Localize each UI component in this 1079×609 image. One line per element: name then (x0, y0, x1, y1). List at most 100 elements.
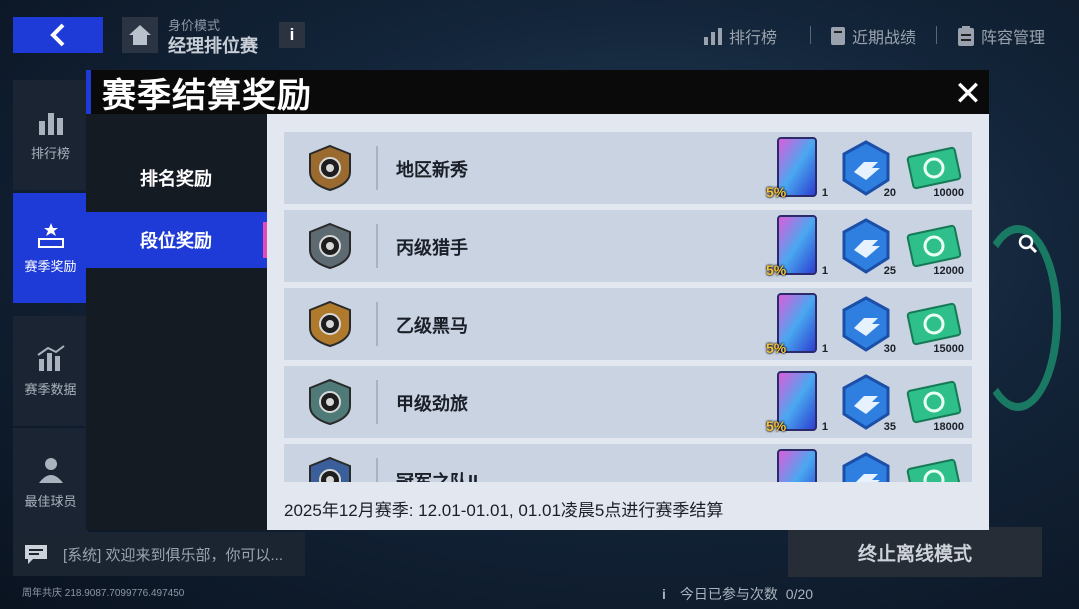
nav-lineup[interactable]: 阵容管理 (957, 24, 1045, 48)
cash-ticket-icon (906, 458, 962, 482)
tab-label: 排名奖励 (140, 169, 212, 189)
reward-coin[interactable]: 15000 (902, 292, 966, 356)
rank-badge-icon (309, 378, 351, 426)
reward-player-card[interactable]: 5% 1 (766, 370, 830, 434)
card-percent: 5% (766, 262, 787, 278)
end-offline-mode-button[interactable]: 终止离线模式 (788, 527, 1042, 577)
reward-gem[interactable]: 20 (834, 136, 898, 200)
tier-name: 丙级猎手 (396, 238, 468, 258)
chevron-left-icon (50, 23, 65, 47)
info-icon: i (662, 586, 666, 602)
leftnav-label: 最佳球员 (24, 493, 77, 509)
reward-player-card[interactable]: 5% 1 (766, 214, 830, 278)
reward-list[interactable]: 地区新秀 5% 1 20 10000 丙级猎手 5% 1 25 12000 乙级… (284, 132, 972, 482)
leftnav-label: 赛季数据 (24, 381, 77, 397)
reward-coin[interactable]: 18000 (902, 370, 966, 434)
tier-name: 乙级黑马 (396, 316, 468, 336)
tier-name: 冠军之队II (396, 472, 479, 482)
home-button[interactable] (122, 17, 158, 53)
reward-qty: 30 (883, 343, 896, 355)
tab-tier-rewards[interactable]: 段位奖励 (86, 212, 267, 268)
document-icon (831, 27, 845, 45)
table-row[interactable]: 丙级猎手 5% 1 25 12000 (284, 210, 972, 282)
divider (376, 458, 378, 482)
mode-title: 经理排位赛 (168, 36, 258, 56)
leftnav-season-rewards[interactable]: 赛季奖励 (13, 193, 88, 303)
divider (376, 380, 378, 424)
nav-leaderboard[interactable]: 排行榜 (703, 24, 777, 48)
reward-player-card[interactable]: 5% 1 (766, 448, 830, 482)
nav-recent-record-label: 近期战绩 (852, 30, 917, 47)
reward-qty: 1 (821, 343, 828, 355)
back-button[interactable] (13, 17, 103, 53)
gem-icon (842, 452, 890, 482)
reward-qty: 1 (821, 421, 828, 433)
card-percent: 5% (766, 184, 787, 200)
chat-bar[interactable]: [系统] 欢迎来到俱乐部，你可以... (13, 532, 305, 576)
rank-badge-icon (309, 456, 351, 482)
modal-header: 赛季结算奖励 ✕ (86, 70, 989, 115)
reward-player-card[interactable]: 5% 1 (766, 136, 830, 200)
reward-gem[interactable]: 25 (834, 214, 898, 278)
table-row[interactable]: 冠军之队II 5% 1 40 (284, 444, 972, 482)
tab-rank-rewards[interactable]: 排名奖励 (86, 150, 267, 206)
reward-qty: 12000 (933, 265, 964, 277)
chat-icon (25, 545, 47, 564)
divider (376, 224, 378, 268)
search-icon[interactable] (1018, 234, 1038, 254)
rewards-content: 地区新秀 5% 1 20 10000 丙级猎手 5% 1 25 12000 乙级… (267, 114, 989, 530)
stats-icon (36, 344, 65, 371)
nav-lineup-label: 阵容管理 (981, 30, 1046, 47)
reward-qty: 25 (883, 265, 896, 277)
leftnav-season-data[interactable]: 赛季数据 (13, 316, 88, 426)
reward-coin[interactable]: 12000 (902, 214, 966, 278)
close-button[interactable]: ✕ (954, 77, 983, 111)
table-row[interactable]: 乙级黑马 5% 1 30 15000 (284, 288, 972, 360)
divider (376, 302, 378, 346)
tier-name: 甲级劲旅 (396, 394, 468, 414)
reward-qty: 1 (821, 187, 828, 199)
player-card-icon (777, 449, 817, 482)
bar-chart-icon (38, 112, 63, 135)
reward-gem[interactable]: 35 (834, 370, 898, 434)
header-accent (86, 70, 91, 114)
info-button[interactable]: i (279, 22, 305, 48)
divider (810, 26, 811, 44)
rank-badge-icon (309, 222, 351, 270)
season-info: 2025年12月赛季: 12.01-01.01, 01.01凌晨5点进行赛季结算 (284, 501, 724, 520)
tab-label: 段位奖励 (140, 231, 212, 251)
daily-count: i 今日已参与次数 0/20 (662, 584, 813, 604)
table-row[interactable]: 甲级劲旅 5% 1 35 18000 (284, 366, 972, 438)
rank-badge-icon (309, 300, 351, 348)
modal-title: 赛季结算奖励 (102, 77, 312, 115)
reward-qty: 18000 (933, 421, 964, 433)
nav-recent-record[interactable]: 近期战绩 (830, 24, 916, 48)
nav-leaderboard-label: 排行榜 (729, 30, 778, 47)
podium-icon (37, 222, 64, 248)
reward-tabs: 排名奖励 段位奖励 (86, 114, 267, 530)
reward-gem[interactable]: 30 (834, 292, 898, 356)
daily-value: 0/20 (785, 586, 814, 602)
divider (936, 26, 937, 44)
table-row[interactable]: 地区新秀 5% 1 20 10000 (284, 132, 972, 204)
season-rewards-modal: 赛季结算奖励 ✕ 排名奖励 段位奖励 地区新秀 5% 1 20 10000 丙级… (86, 70, 989, 530)
divider (376, 146, 378, 190)
bar-chart-icon (704, 28, 722, 45)
reward-gem[interactable]: 40 (834, 448, 898, 482)
reward-qty: 15000 (933, 343, 964, 355)
leftnav-label: 赛季奖励 (24, 258, 77, 274)
rank-badge-icon (309, 144, 351, 192)
card-percent: 5% (766, 340, 787, 356)
leftnav-best-player[interactable]: 最佳球员 (13, 428, 88, 538)
reward-qty: 35 (883, 421, 896, 433)
reward-coin[interactable]: 20000 (902, 448, 966, 482)
leftnav-label: 排行榜 (30, 145, 70, 161)
top-bar: 身价模式 经理排位赛 i 排行榜 近期战绩 阵容管理 (0, 0, 1079, 72)
reward-coin[interactable]: 10000 (902, 136, 966, 200)
leftnav-leaderboard[interactable]: 排行榜 (13, 80, 88, 190)
clipboard-icon (958, 26, 974, 46)
reward-qty: 10000 (933, 187, 964, 199)
server-info: 周年共庆 218.9087.7099776.497450 (22, 588, 185, 599)
reward-player-card[interactable]: 5% 1 (766, 292, 830, 356)
tier-name: 地区新秀 (396, 160, 468, 180)
